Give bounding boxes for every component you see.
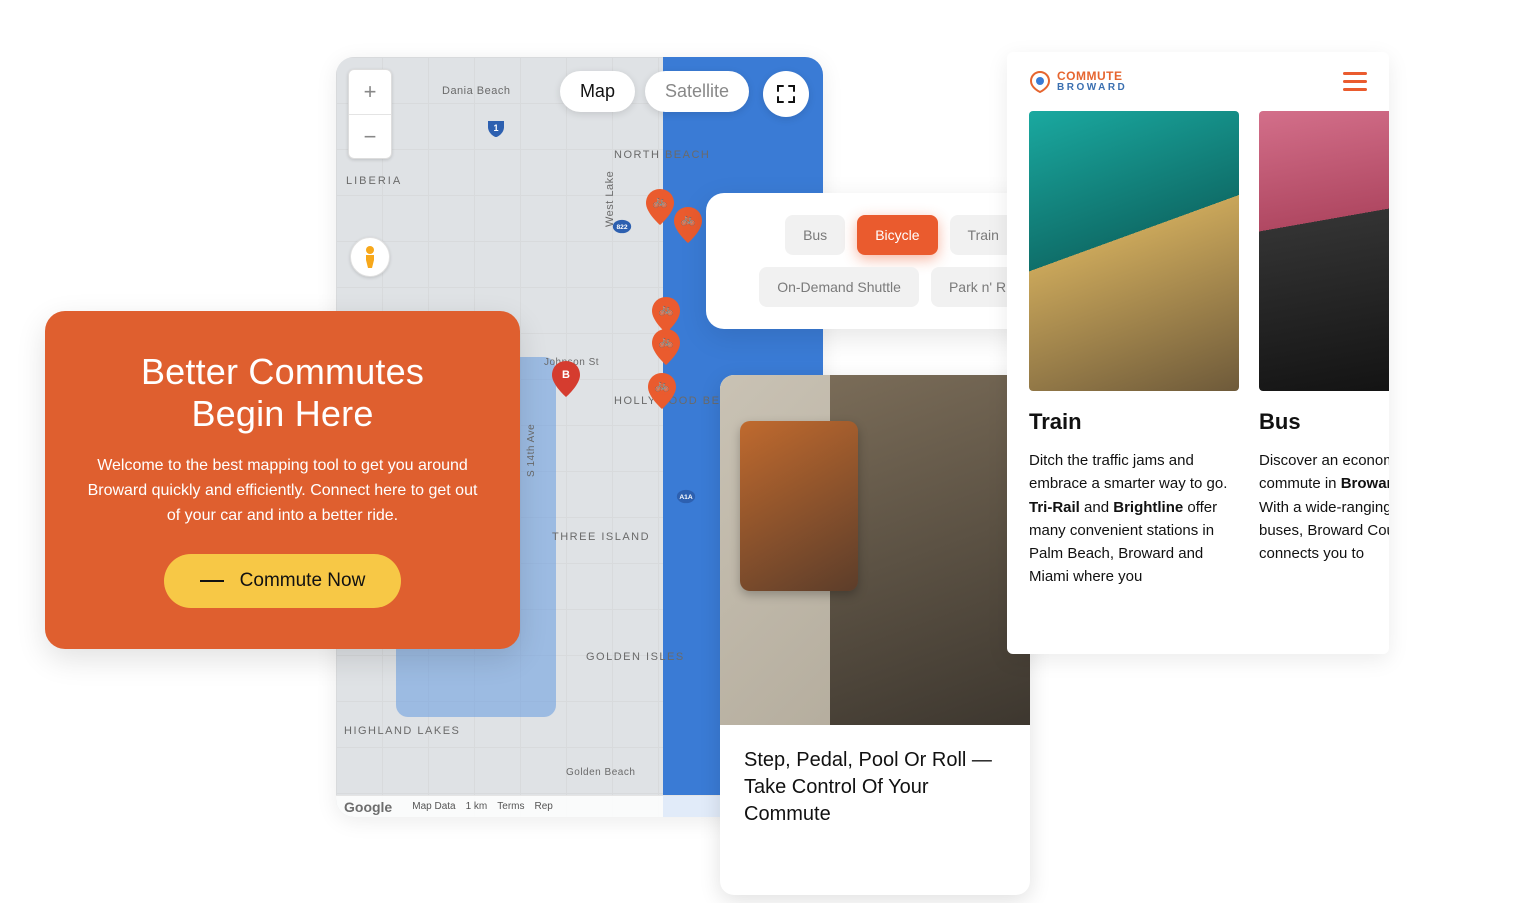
- map-type-toggle: Map Satellite: [560, 71, 749, 112]
- mobile-thumb-bus: [1259, 111, 1389, 391]
- hwy-shield-822: 822: [612, 219, 632, 239]
- bike-icon: 🚲: [681, 212, 696, 226]
- map-data-label[interactable]: Map Data: [412, 801, 455, 812]
- map-label-dania-beach: Dania Beach: [442, 85, 511, 97]
- cta-label: Commute Now: [240, 570, 366, 592]
- map-pin-bike-5[interactable]: 🚲: [648, 373, 676, 409]
- map-pin-bike-3[interactable]: 🚲: [652, 297, 680, 333]
- bike-icon: 🚲: [659, 334, 674, 348]
- brand-line1: COMMUTE: [1057, 70, 1127, 82]
- map-terms-link[interactable]: Terms: [497, 801, 524, 812]
- zoom-out-button[interactable]: −: [349, 114, 391, 158]
- map-label-golden-beach: Golden Beach: [566, 767, 635, 778]
- mobile-preview: COMMUTE BROWARD Train Ditch the traffic j…: [1007, 52, 1389, 654]
- svg-text:822: 822: [616, 224, 627, 231]
- logo-mark-icon: [1029, 71, 1051, 93]
- hero-description: Welcome to the best mapping tool to get …: [81, 454, 484, 528]
- bike-icon: 🚲: [653, 194, 668, 208]
- hero-card: Better Commutes Begin Here Welcome to th…: [45, 311, 520, 649]
- map-label-west-lake: West Lake: [604, 171, 616, 227]
- pegman-icon: [361, 245, 379, 269]
- map-label-s14: S 14th Ave: [526, 424, 537, 477]
- mobile-header: COMMUTE BROWARD: [1007, 52, 1389, 111]
- map-label-north-beach: NORTH BEACH: [614, 149, 710, 161]
- hamburger-menu[interactable]: [1343, 72, 1367, 91]
- map-label-johnson: Johnson St: [544, 357, 599, 368]
- google-logo: Google: [344, 799, 392, 815]
- svg-text:B: B: [562, 369, 570, 381]
- brand-line2: BROWARD: [1057, 83, 1127, 93]
- bike-icon: 🚲: [659, 302, 674, 316]
- map-report-link[interactable]: Rep: [535, 801, 553, 812]
- map-label-golden-isles: GOLDEN ISLES: [586, 651, 685, 663]
- content-card: Step, Pedal, Pool Or Roll — Take Control…: [720, 375, 1030, 895]
- mobile-card-train[interactable]: Train Ditch the traffic jams and embrace …: [1029, 111, 1239, 589]
- map-pin-bike-1[interactable]: 🚲: [646, 189, 674, 225]
- bike-icon: 🚲: [655, 378, 670, 392]
- filter-chip-bus[interactable]: Bus: [785, 215, 845, 255]
- content-image-inset: [740, 421, 858, 591]
- filter-chip-on-demand-shuttle[interactable]: On-Demand Shuttle: [759, 267, 919, 307]
- svg-text:A1A: A1A: [679, 494, 693, 501]
- map-type-satellite[interactable]: Satellite: [645, 71, 749, 112]
- map-type-map[interactable]: Map: [560, 71, 635, 112]
- filter-chip-bicycle[interactable]: Bicycle: [857, 215, 937, 255]
- map-label-liberia: LIBERIA: [346, 175, 402, 187]
- svg-text:1: 1: [493, 123, 498, 133]
- map-scale: 1 km: [466, 801, 488, 812]
- hero-title: Better Commutes Begin Here: [81, 351, 484, 436]
- map-label-three-island: THREE ISLAND: [552, 531, 650, 543]
- mobile-card-bus[interactable]: Bus Discover an economical way to commute…: [1259, 111, 1389, 589]
- pegman-button[interactable]: [350, 237, 390, 277]
- map-zoom-control: + −: [348, 69, 392, 159]
- mobile-card-description: Discover an economical way to commute in…: [1259, 449, 1389, 565]
- fullscreen-button[interactable]: [763, 71, 809, 117]
- content-image-main: [830, 375, 1030, 725]
- dash-icon: [200, 580, 224, 582]
- content-image: [720, 375, 1030, 725]
- map-pin-destination[interactable]: B: [552, 361, 580, 397]
- brand-logo[interactable]: COMMUTE BROWARD: [1029, 70, 1127, 93]
- mobile-card-title: Bus: [1259, 409, 1389, 435]
- fullscreen-icon: [777, 85, 795, 103]
- hwy-shield-1: 1: [486, 119, 506, 139]
- map-pin-bike-2[interactable]: 🚲: [674, 207, 702, 243]
- zoom-in-button[interactable]: +: [349, 70, 391, 114]
- mobile-card-description: Ditch the traffic jams and embrace a sma…: [1029, 449, 1239, 589]
- mobile-card-title: Train: [1029, 409, 1239, 435]
- commute-now-button[interactable]: Commute Now: [164, 554, 402, 608]
- content-title: Step, Pedal, Pool Or Roll — Take Control…: [744, 747, 1006, 828]
- mobile-thumb-train: [1029, 111, 1239, 391]
- map-label-highland-lakes: HIGHLAND LAKES: [344, 725, 460, 737]
- hwy-shield-a1a: A1A: [676, 489, 696, 509]
- map-pin-bike-4[interactable]: 🚲: [652, 329, 680, 365]
